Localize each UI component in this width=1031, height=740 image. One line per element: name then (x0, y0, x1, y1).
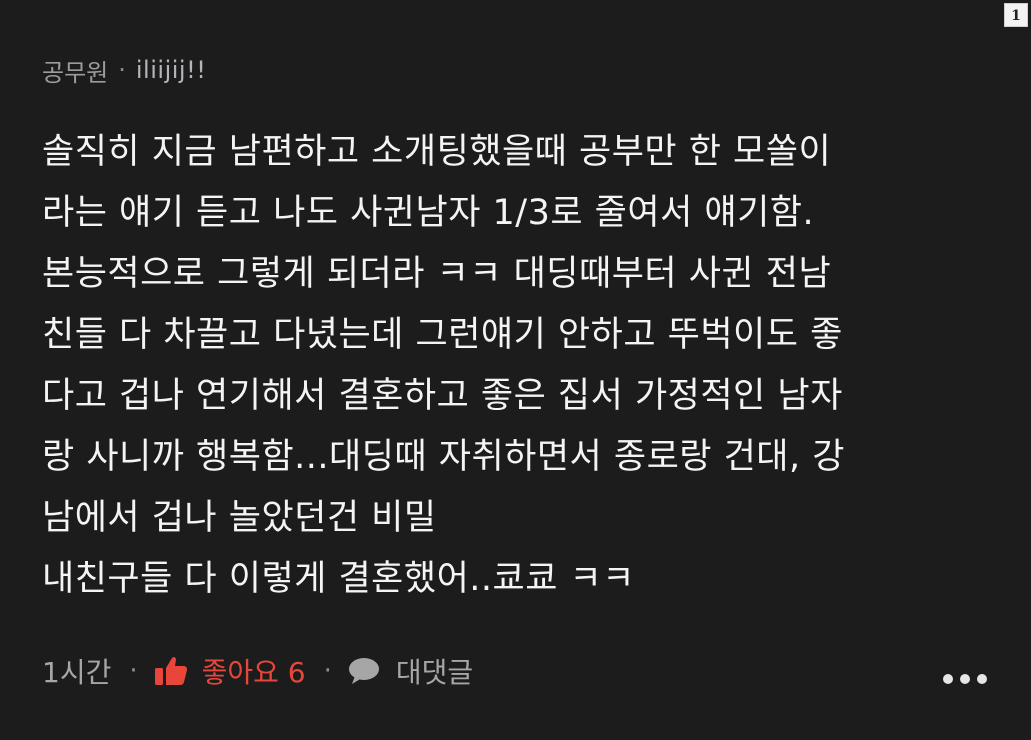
comment-meta: 공무원 · iliijij!! (42, 48, 1002, 92)
more-dots-icon (943, 674, 953, 684)
like-count-label: 좋아요 6 (201, 656, 306, 689)
like-button[interactable]: 좋아요 6 (154, 651, 306, 691)
comment-line: 본능적으로 그렇게 되더라 ㅋㅋ 대딩때부터 사귄 전남 (42, 254, 832, 294)
more-options-button[interactable] (943, 674, 987, 684)
comment: 공무원 · iliijij!! 솔직히 지금 남편하고 소개팅했을때 공부만 한… (42, 48, 1002, 610)
comment-line: 다고 겁나 연기해서 결혼하고 좋은 집서 가정적인 남자 (42, 376, 843, 416)
comment-line: 내친구들 다 이렇게 결혼했어..쿄쿄 ㅋㅋ (42, 559, 635, 599)
comment-line: 라는 얘기 듣고 나도 사귄남자 1/3로 줄여서 얘기함. (42, 193, 815, 233)
comment-footer: 1시간 · 좋아요 6 · 대댓글 (42, 648, 1002, 694)
speech-bubble-icon (348, 658, 379, 684)
comment-line: 친들 다 차끌고 다녔는데 그런얘기 안하고 뚜벅이도 좋 (42, 315, 843, 355)
reply-button[interactable]: 대댓글 (348, 651, 473, 691)
page-number-badge: 1 (1004, 3, 1028, 27)
comment-line: 솔직히 지금 남편하고 소개팅했을때 공부만 한 모쏠이 (42, 132, 832, 172)
thumbs-up-icon (154, 657, 187, 685)
meta-separator: · (118, 56, 126, 84)
comment-line: 랑 사니까 행복함...대딩때 자취하면서 종로랑 건대, 강 (42, 437, 845, 477)
comment-body: 솔직히 지금 남편하고 소개팅했을때 공부만 한 모쏠이 라는 얘기 듣고 나도… (42, 122, 1002, 610)
timestamp: 1시간 (42, 656, 112, 689)
author-name[interactable]: 공무원 (42, 53, 108, 88)
more-dots-icon (960, 674, 970, 684)
footer-separator: · (323, 656, 332, 686)
more-dots-icon (977, 674, 987, 684)
reply-label: 대댓글 (395, 656, 474, 689)
author-handle[interactable]: iliijij!! (136, 56, 206, 84)
comment-line: 남에서 겁나 놀았던건 비밀 (42, 498, 437, 538)
footer-separator: · (129, 656, 138, 686)
